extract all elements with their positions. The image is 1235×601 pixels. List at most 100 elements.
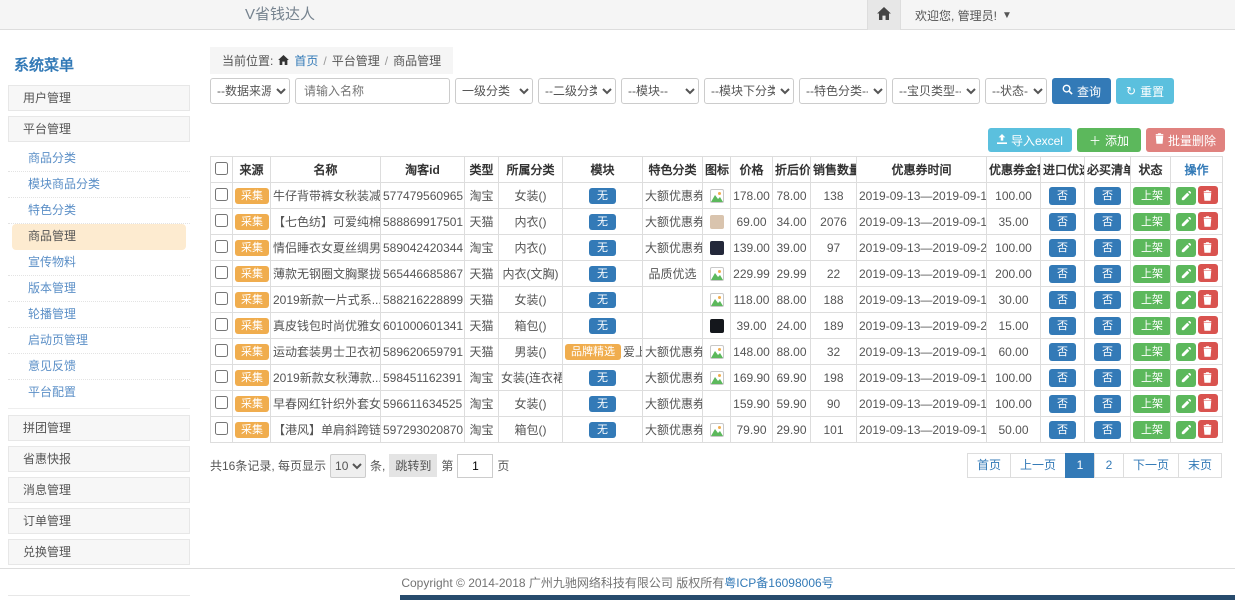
delete-button[interactable] (1198, 212, 1218, 230)
status-toggle[interactable]: 上架 (1133, 265, 1171, 283)
row-checkbox[interactable] (215, 370, 228, 383)
import-excel-button[interactable]: 导入excel (988, 128, 1072, 152)
status-toggle[interactable]: 上架 (1133, 291, 1171, 309)
import-select-toggle[interactable]: 否 (1049, 421, 1076, 439)
delete-button[interactable] (1198, 316, 1218, 334)
edit-button[interactable] (1176, 343, 1196, 361)
filter-module[interactable]: --模块-- (621, 78, 699, 104)
jump-button[interactable]: 跳转到 (389, 454, 437, 477)
select-all-checkbox[interactable] (215, 162, 228, 175)
import-select-toggle[interactable]: 否 (1049, 291, 1076, 309)
edit-button[interactable] (1176, 421, 1196, 439)
row-checkbox[interactable] (215, 318, 228, 331)
prev-page-button[interactable]: 上一页 (1010, 453, 1066, 478)
status-toggle[interactable]: 上架 (1133, 213, 1171, 231)
name-search-input[interactable] (295, 78, 450, 104)
delete-button[interactable] (1198, 290, 1218, 308)
row-checkbox[interactable] (215, 396, 228, 409)
edit-button[interactable] (1176, 317, 1196, 335)
sidebar-item-product-category[interactable]: 商品分类 (8, 146, 190, 172)
import-select-toggle[interactable]: 否 (1049, 187, 1076, 205)
must-buy-toggle[interactable]: 否 (1094, 421, 1121, 439)
import-select-toggle[interactable]: 否 (1049, 265, 1076, 283)
edit-button[interactable] (1176, 369, 1196, 387)
row-checkbox[interactable] (215, 188, 228, 201)
status-toggle[interactable]: 上架 (1133, 369, 1171, 387)
bulk-delete-button[interactable]: 批量删除 (1146, 128, 1225, 152)
status-toggle[interactable]: 上架 (1133, 343, 1171, 361)
user-menu[interactable]: 欢迎您, 管理员! ▼ (901, 0, 1012, 30)
add-button[interactable]: ＋ 添加 (1077, 128, 1141, 152)
must-buy-toggle[interactable]: 否 (1094, 213, 1121, 231)
page-button-2[interactable]: 2 (1094, 453, 1124, 478)
reset-button[interactable]: ↻ 重置 (1116, 78, 1174, 104)
row-checkbox[interactable] (215, 344, 228, 357)
filter-level1-category[interactable]: 一级分类 (455, 78, 533, 104)
delete-button[interactable] (1198, 264, 1218, 282)
per-page-select[interactable]: 10 (330, 454, 366, 478)
sidebar-item-carousel-mgmt[interactable]: 轮播管理 (8, 302, 190, 328)
edit-button[interactable] (1176, 291, 1196, 309)
status-toggle[interactable]: 上架 (1133, 187, 1171, 205)
breadcrumb-home-link[interactable]: 首页 (294, 52, 318, 69)
import-select-toggle[interactable]: 否 (1049, 369, 1076, 387)
sidebar-item-module-product-category[interactable]: 模块商品分类 (8, 172, 190, 198)
import-select-toggle[interactable]: 否 (1049, 343, 1076, 361)
home-button[interactable] (867, 0, 901, 30)
must-buy-toggle[interactable]: 否 (1094, 343, 1121, 361)
delete-button[interactable] (1198, 186, 1218, 204)
edit-button[interactable] (1176, 213, 1196, 231)
import-select-toggle[interactable]: 否 (1049, 317, 1076, 335)
row-checkbox[interactable] (215, 214, 228, 227)
sidebar-item-version-mgmt[interactable]: 版本管理 (8, 276, 190, 302)
last-page-button[interactable]: 末页 (1178, 453, 1222, 478)
must-buy-toggle[interactable]: 否 (1094, 187, 1121, 205)
edit-button[interactable] (1176, 239, 1196, 257)
icp-link[interactable]: 粤ICP备16098006号 (724, 574, 833, 591)
row-checkbox[interactable] (215, 266, 228, 279)
sidebar-item-promo-material[interactable]: 宣传物料 (8, 250, 190, 276)
import-select-toggle[interactable]: 否 (1049, 213, 1076, 231)
edit-button[interactable] (1176, 395, 1196, 413)
first-page-button[interactable]: 首页 (967, 453, 1011, 478)
must-buy-toggle[interactable]: 否 (1094, 265, 1121, 283)
must-buy-toggle[interactable]: 否 (1094, 395, 1121, 413)
must-buy-toggle[interactable]: 否 (1094, 239, 1121, 257)
sidebar-item-group-buy-mgmt[interactable]: 拼团管理 (8, 415, 190, 441)
status-toggle[interactable]: 上架 (1133, 239, 1171, 257)
sidebar-item-feedback[interactable]: 意见反馈 (8, 354, 190, 380)
filter-item-type[interactable]: --宝贝类型-- (892, 78, 980, 104)
jump-page-input[interactable] (457, 454, 493, 478)
row-checkbox[interactable] (215, 422, 228, 435)
next-page-button[interactable]: 下一页 (1123, 453, 1179, 478)
import-select-toggle[interactable]: 否 (1049, 395, 1076, 413)
sidebar-item-special-category[interactable]: 特色分类 (8, 198, 190, 224)
row-checkbox[interactable] (215, 292, 228, 305)
filter-status[interactable]: --状态-- (985, 78, 1047, 104)
filter-level2-category[interactable]: --二级分类-- (538, 78, 616, 104)
filter-module-subcategory[interactable]: --模块下分类-- (704, 78, 794, 104)
sidebar-item-message-mgmt[interactable]: 消息管理 (8, 477, 190, 503)
status-toggle[interactable]: 上架 (1133, 395, 1171, 413)
edit-button[interactable] (1176, 187, 1196, 205)
status-toggle[interactable]: 上架 (1133, 317, 1171, 335)
delete-button[interactable] (1198, 238, 1218, 256)
must-buy-toggle[interactable]: 否 (1094, 291, 1121, 309)
filter-data-source[interactable]: --数据来源-- (210, 78, 290, 104)
delete-button[interactable] (1198, 420, 1218, 438)
delete-button[interactable] (1198, 368, 1218, 386)
sidebar-item-product-mgmt[interactable]: 商品管理 (12, 224, 186, 250)
sidebar-item-platform-mgmt[interactable]: 平台管理 (8, 116, 190, 142)
sidebar-item-savings-news[interactable]: 省惠快报 (8, 446, 190, 472)
delete-button[interactable] (1198, 342, 1218, 360)
must-buy-toggle[interactable]: 否 (1094, 369, 1121, 387)
sidebar-item-platform-config[interactable]: 平台配置 (8, 380, 190, 406)
delete-button[interactable] (1198, 394, 1218, 412)
must-buy-toggle[interactable]: 否 (1094, 317, 1121, 335)
sidebar-item-exchange-mgmt[interactable]: 兑换管理 (8, 539, 190, 565)
import-select-toggle[interactable]: 否 (1049, 239, 1076, 257)
sidebar-item-user-mgmt[interactable]: 用户管理 (8, 85, 190, 111)
search-button[interactable]: 查询 (1052, 78, 1111, 104)
filter-special-category[interactable]: --特色分类-- (799, 78, 887, 104)
sidebar-item-order-mgmt[interactable]: 订单管理 (8, 508, 190, 534)
